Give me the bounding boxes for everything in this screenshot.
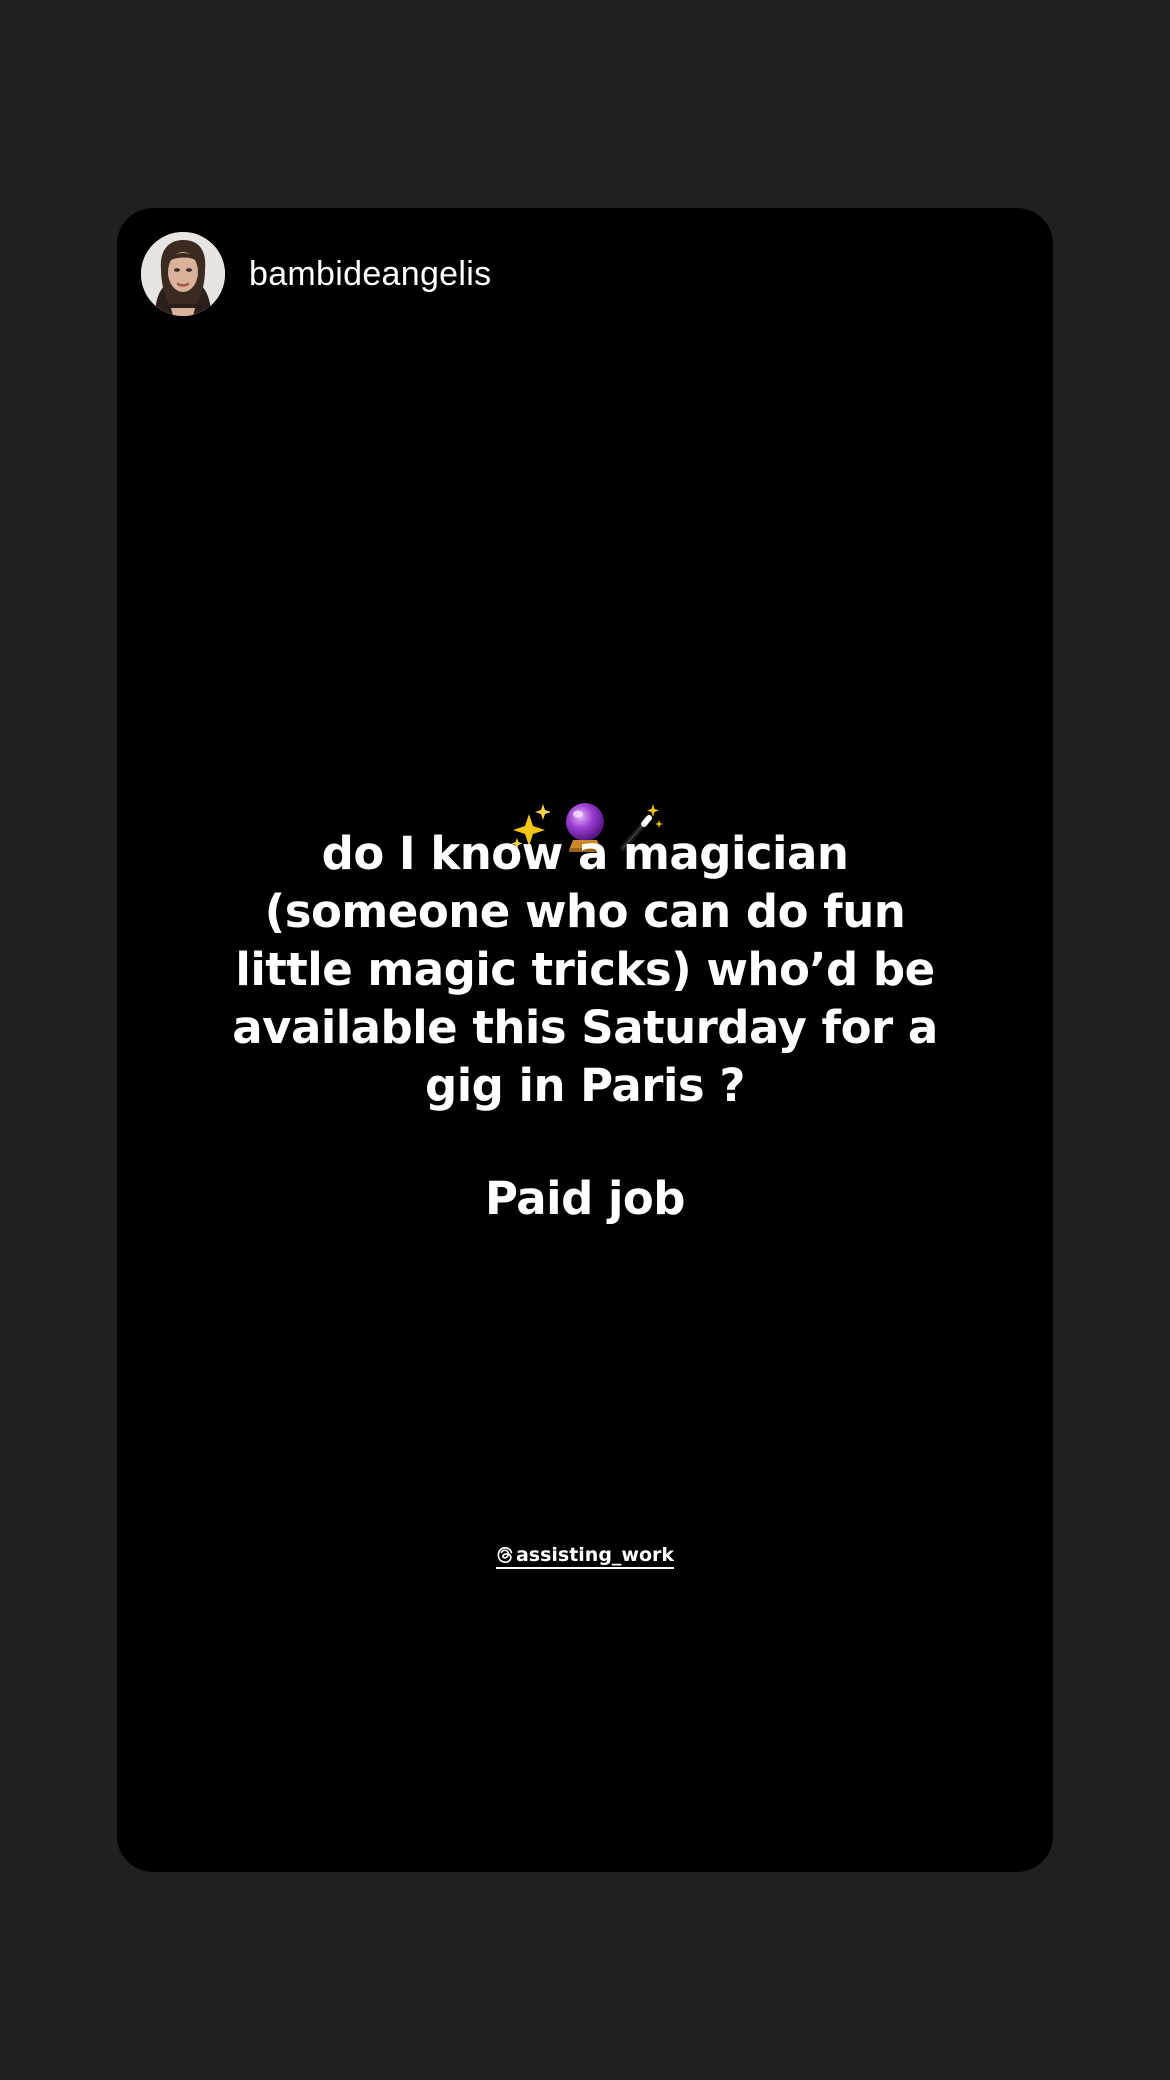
mention-link[interactable]: assisting_work — [117, 1544, 1053, 1569]
story-card: bambideangelis do I know a magician (som… — [117, 208, 1053, 1872]
profile-photo-icon — [141, 232, 225, 316]
avatar[interactable] — [141, 232, 225, 316]
username[interactable]: bambideangelis — [249, 255, 491, 294]
question-text: do I know a magician (someone who can do… — [232, 827, 938, 1112]
paid-job-text: Paid job — [485, 1172, 686, 1225]
threads-icon — [497, 1547, 513, 1564]
mention-username: assisting_work — [515, 1544, 675, 1566]
story-header: bambideangelis — [141, 232, 491, 316]
mention-link-inner[interactable]: assisting_work — [495, 1544, 675, 1569]
story-text: do I know a magician (someone who can do… — [217, 825, 953, 1225]
